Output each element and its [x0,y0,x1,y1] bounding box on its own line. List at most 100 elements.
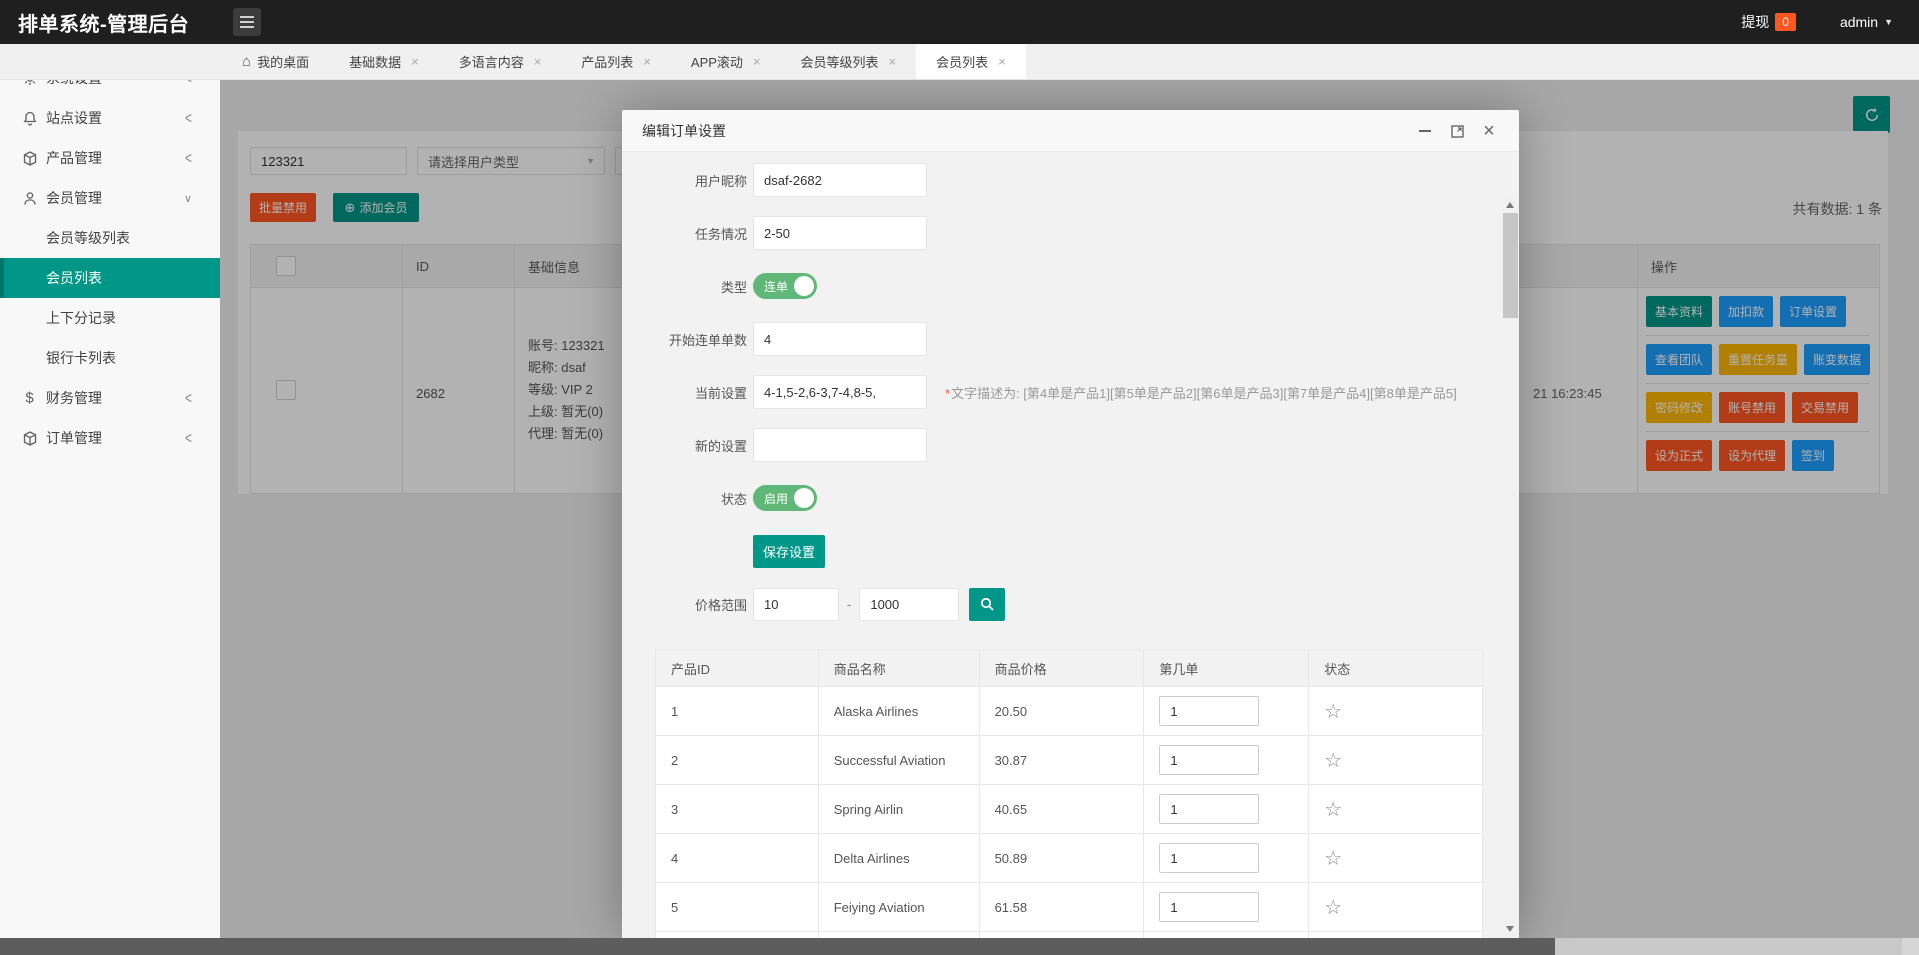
order-number-input[interactable] [1159,843,1260,873]
close-icon[interactable]: × [643,54,651,69]
star-icon[interactable]: ☆ [1324,799,1342,821]
start-count-label: 开始连单单数 [668,332,747,348]
user-menu[interactable]: admin ▼ [1840,14,1893,30]
tab-member-level[interactable]: 会员等级列表 × [781,44,917,79]
modal-header: 编辑订单设置 × [622,110,1519,152]
col-product-name: 商品名称 [817,649,980,687]
price-search-button[interactable] [969,587,1006,621]
toggle-knob [794,488,814,508]
star-icon[interactable]: ☆ [1324,701,1342,723]
task-input[interactable] [753,216,927,250]
new-setting-input[interactable] [753,428,927,462]
topbar: 排单系统-管理后台 提现 0 admin ▼ [0,0,1919,44]
horizontal-scrollbar[interactable] [0,938,1919,955]
tab-basic-data[interactable]: 基础数据 × [329,44,439,79]
start-count-input[interactable] [753,322,927,356]
products-table: 产品ID 商品名称 商品价格 第几单 状态 1 Alaska Airlines … [655,649,1483,938]
chevron-left-icon: < [184,148,192,168]
price-min-input[interactable] [753,587,839,621]
topbar-right: 提现 0 admin ▼ [1741,0,1893,44]
close-icon[interactable]: × [411,54,419,69]
product-row: 3 Spring Airlin 40.65 ☆ [655,784,1483,834]
product-row: 2 Successful Aviation 30.87 ☆ [655,735,1483,785]
tab-member-list[interactable]: 会员列表 × [916,44,1026,79]
sidebar-item-bankcard-list[interactable]: 银行卡列表 [0,338,220,378]
modal-title: 编辑订单设置 [642,122,726,139]
current-setting-hint: *文字描述为: [第4单是产品1][第5单是产品2][第6单是产品3][第7单是… [945,385,1457,401]
box-icon [21,150,38,167]
sidebar-item-order-mgmt[interactable]: 订单管理 < [0,418,220,458]
sidebar-item-product-mgmt[interactable]: 产品管理 < [0,138,220,178]
product-row: 1 Alaska Airlines 20.50 ☆ [655,686,1483,736]
close-icon[interactable]: × [534,54,542,69]
modal-scrollbar[interactable] [1502,196,1519,938]
caret-down-icon: ▼ [1884,17,1893,27]
withdraw-link[interactable]: 提现 [1741,12,1769,32]
username: admin [1839,14,1879,30]
tab-desktop[interactable]: ⌂ 我的桌面 [222,44,329,79]
close-icon[interactable]: × [753,54,761,69]
tab-app-scroll[interactable]: APP滚动 × [671,44,781,79]
nickname-label: 用户昵称 [694,173,747,189]
box-icon [21,430,38,447]
order-number-input[interactable] [1159,745,1260,775]
current-setting-input[interactable] [753,375,927,409]
tab-multilang[interactable]: 多语言内容 × [439,44,562,79]
edit-order-settings-modal: 编辑订单设置 × 用户昵称 任务情况 类型 连单 [622,110,1519,938]
star-icon[interactable]: ☆ [1324,848,1342,870]
order-number-input[interactable] [1159,794,1260,824]
toggle-knob [794,276,814,296]
sidebar-item-finance-mgmt[interactable]: $ 财务管理 < [0,378,220,418]
app-title: 排单系统-管理后台 [18,13,190,36]
price-range-separator: - [847,596,852,612]
new-setting-label: 新的设置 [694,438,747,454]
type-toggle[interactable]: 连单 [753,273,817,299]
chevron-left-icon: < [184,388,192,408]
col-product-id: 产品ID [655,649,819,687]
tabbar: ⌂ 我的桌面 基础数据 × 多语言内容 × 产品列表 × APP滚动 × 会员等级列表 ×… [0,44,1919,80]
minimize-icon[interactable] [1417,123,1433,139]
tab-product-list[interactable]: 产品列表 × [561,44,671,79]
maximize-icon[interactable] [1449,123,1465,139]
hscrollbar-thumb[interactable] [0,938,1555,955]
scrollbar-thumb[interactable] [1503,213,1518,318]
price-max-input[interactable] [859,587,960,621]
sidebar-item-member-mgmt[interactable]: 会员管理 ∨ [0,178,220,218]
current-setting-label: 当前设置 [694,385,747,401]
sidebar-item-member-list[interactable]: 会员列表 [0,258,220,298]
sidebar-item-site-settings[interactable]: 站点设置 < [0,98,220,138]
close-icon[interactable]: × [889,54,897,69]
nickname-input[interactable] [753,163,927,197]
sidebar-item-updown-records[interactable]: 上下分记录 [0,298,220,338]
menu-toggle-icon[interactable] [233,8,261,36]
type-label: 类型 [720,279,747,295]
chevron-down-icon: ∨ [183,192,192,205]
dollar-icon: $ [25,389,34,407]
task-label: 任务情况 [694,226,747,242]
star-icon[interactable]: ☆ [1324,897,1342,919]
close-icon[interactable]: × [1481,120,1497,142]
bell-icon [21,110,38,127]
scroll-down-icon[interactable] [1506,926,1514,932]
status-toggle[interactable]: 启用 [753,485,817,511]
price-range-label: 价格范围 [694,597,747,613]
col-product-price: 商品价格 [978,649,1145,687]
withdraw-count-badge: 0 [1775,13,1796,31]
chevron-left-icon: < [184,428,192,448]
star-icon[interactable]: ☆ [1324,750,1342,772]
status-label: 状态 [720,491,747,507]
products-table-header: 产品ID 商品名称 商品价格 第几单 状态 [655,649,1483,687]
sidebar-item-member-level-list[interactable]: 会员等级列表 [0,218,220,258]
col-order-number: 第几单 [1143,649,1310,687]
search-icon [981,597,994,611]
sidebar: 系统设置 < 站点设置 < 产品管理 < 会员管理 ∨ 会员等级列表 会员列表 … [0,44,220,938]
order-number-input[interactable] [1159,696,1260,726]
modal-body: 用户昵称 任务情况 类型 连单 开始连单单数 当前设置 *文字描述为: [第 [622,153,1519,938]
order-number-input[interactable] [1159,892,1260,922]
close-icon[interactable]: × [998,54,1006,69]
save-settings-button[interactable]: 保存设置 [753,534,825,568]
scroll-up-icon[interactable] [1506,202,1514,208]
col-status: 状态 [1308,649,1483,687]
home-icon: ⌂ [242,53,252,70]
product-row: 5 Feiying Aviation 61.58 ☆ [655,882,1483,932]
